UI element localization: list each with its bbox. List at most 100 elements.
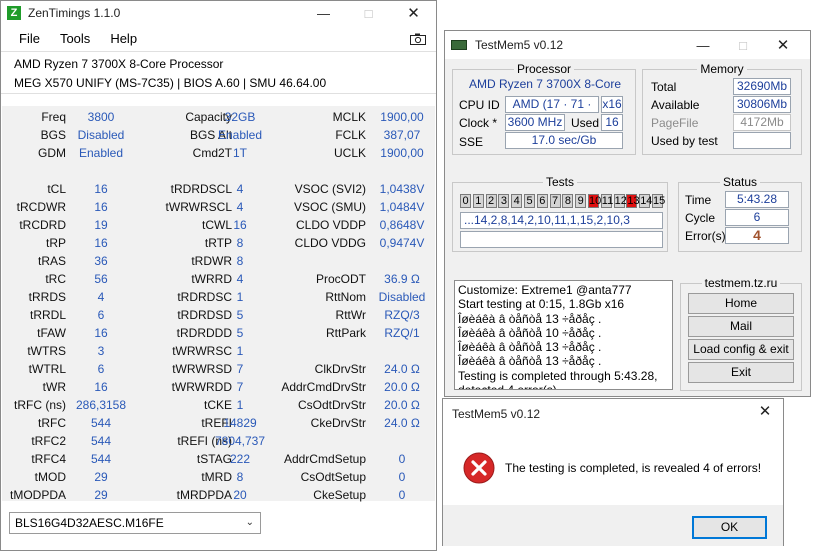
timing-value: 29 xyxy=(94,470,108,484)
timing-value: 24.0 Ω xyxy=(384,362,420,376)
timing-value: 1 xyxy=(236,290,244,304)
timing-value: 1900,00 xyxy=(380,110,424,124)
timing-value: 222 xyxy=(229,452,251,466)
timing-row: tRFC4 544 tSTAG 222 AddrCmdSetup 0 xyxy=(2,450,435,468)
timing-value: 0,9474V xyxy=(379,236,425,250)
dialog-close-button[interactable]: ✕ xyxy=(745,399,785,423)
timing-value: 6 xyxy=(97,308,105,322)
close-button[interactable]: ✕ xyxy=(763,33,803,57)
status-group: Status Time 5:43.28 Cycle 6 Error(s) 4 xyxy=(678,175,802,252)
menu-help[interactable]: Help xyxy=(100,31,147,46)
used-threads-value: 16 xyxy=(601,114,623,131)
timing-value: 1,0484V xyxy=(379,200,425,214)
timing-value: 0 xyxy=(398,488,406,502)
errors-value: 4 xyxy=(725,227,789,244)
timing-value: 387,07 xyxy=(383,128,421,142)
close-button[interactable]: ✕ xyxy=(391,1,436,25)
timing-value: 6 xyxy=(97,362,105,376)
timing-label: tRFC xyxy=(38,416,66,430)
timing-row: tRRDS 4 tRDRDSC 1 RttNom Disabled xyxy=(2,288,435,306)
timing-label: CsOdtDrvStr xyxy=(297,398,366,412)
mail-button[interactable]: Mail xyxy=(688,316,794,337)
timing-value: 16 xyxy=(94,200,108,214)
dialog-titlebar[interactable]: TestMem5 v0.12 ✕ xyxy=(443,399,783,428)
log-line: Îøèáêà â òåñòå 13 ÷åðåç . xyxy=(458,340,602,355)
timing-label: FCLK xyxy=(335,128,366,142)
load-config-exit-button[interactable]: Load config & exit xyxy=(688,339,794,360)
maximize-button[interactable]: □ xyxy=(346,1,391,25)
timing-value: 16 xyxy=(94,182,108,196)
timing-row: tRCDWR 16 tWRWRSCL 4 VSOC (SMU) 1,0484V xyxy=(2,198,435,216)
test-cell: 11 xyxy=(600,194,614,208)
log-line: Îøèáêà â òåñòå 13 ÷åðåç . xyxy=(458,311,602,326)
zentimings-app-icon: Z xyxy=(7,6,21,20)
timing-value: 7804,737 xyxy=(214,434,266,448)
zentimings-titlebar[interactable]: Z ZenTimings 1.1.0 — □ ✕ xyxy=(1,1,436,25)
timing-label: tMODPDA xyxy=(9,488,66,502)
timing-value: Disabled xyxy=(77,128,125,142)
timing-value: 24.0 Ω xyxy=(384,416,420,430)
timings-grid: Freq 3800 Capacity 32GB MCLK 1900,00 BGS Disabl… xyxy=(2,106,435,502)
system-info: AMD Ryzen 7 3700X 8-Core Processor MEG X… xyxy=(1,51,436,94)
timing-row: tRFC (ns) 286,3158 tCKE 1 CsOdtDrvStr 20.0 Ω xyxy=(2,396,435,414)
test-cell: 2 xyxy=(485,194,497,208)
timing-value: Enabled xyxy=(217,128,263,142)
clock-value: 3600 MHz xyxy=(505,114,565,131)
processor-group: Processor AMD Ryzen 7 3700X 8-Core CPU I… xyxy=(452,62,636,155)
timing-row: GDM Enabled Cmd2T 1T UCLK 1900,00 xyxy=(2,144,435,162)
test-cell: 12 xyxy=(613,194,627,208)
home-button[interactable]: Home xyxy=(688,293,794,314)
timing-label: ClkDrvStr xyxy=(314,362,366,376)
timing-label: AddrCmdSetup xyxy=(283,452,366,466)
minimize-button[interactable]: — xyxy=(301,1,346,25)
test-cell: 13 xyxy=(626,194,640,208)
timing-value: 16 xyxy=(94,380,108,394)
timing-value: 3 xyxy=(97,344,105,358)
timing-value: RZQ/1 xyxy=(384,326,420,340)
timing-value: 5 xyxy=(236,326,244,340)
timing-value: 544 xyxy=(90,452,112,466)
exit-button[interactable]: Exit xyxy=(688,362,794,383)
test-cell: 1 xyxy=(472,194,484,208)
site-link[interactable]: testmem.tz.ru xyxy=(701,276,781,290)
timing-label: Freq xyxy=(41,110,66,124)
timing-value: 0 xyxy=(398,452,406,466)
ok-button[interactable]: OK xyxy=(692,516,767,539)
test-cell: 14 xyxy=(639,194,653,208)
timing-row: tFAW 16 tRDRDDD 5 RttPark RZQ/1 xyxy=(2,324,435,342)
chevron-down-icon: ⌄ xyxy=(245,517,254,528)
menu-file[interactable]: File xyxy=(9,31,50,46)
timing-row: tMOD 29 tMRD 8 CsOdtSetup 0 xyxy=(2,468,435,486)
timing-label: tRFC4 xyxy=(31,452,66,466)
clock-label: Clock * xyxy=(459,116,498,130)
dimm-select[interactable]: BLS16G4D32AESC.M16FE ⌄ xyxy=(9,512,261,534)
timing-value: 1,0438V xyxy=(379,182,425,196)
test-cell: 6 xyxy=(536,194,548,208)
cycle-label: Cycle xyxy=(685,211,716,225)
timing-value: 286,3158 xyxy=(75,398,127,412)
status-group-title: Status xyxy=(719,175,761,189)
timing-row: tWTRL 6 tWRWRSD 7 ClkDrvStr 24.0 Ω xyxy=(2,360,435,378)
available-value: 30806Mb xyxy=(733,96,791,113)
timing-row: tRP 16 tRTP 8 CLDO VDDG 0,9474V xyxy=(2,234,435,252)
log-line: Testing is completed through 5:43.28, xyxy=(458,368,658,383)
timing-row: BGS Disabled BGS Alt Enabled FCLK 387,07 xyxy=(2,126,435,144)
timing-row: tRAS 36 tRDWR 8 xyxy=(2,252,435,270)
timing-value: 32GB xyxy=(224,110,256,124)
test-cell: 0 xyxy=(460,194,471,208)
menu-tools[interactable]: Tools xyxy=(50,31,100,46)
minimize-button[interactable]: — xyxy=(683,33,723,57)
maximize-button[interactable]: □ xyxy=(723,33,763,57)
camera-icon[interactable] xyxy=(410,33,426,45)
timing-value: 0 xyxy=(398,470,406,484)
timing-value: 20.0 Ω xyxy=(384,380,420,394)
test-log[interactable]: Customize: Extreme1 @anta777 Start testin… xyxy=(454,280,673,390)
time-label: Time xyxy=(685,193,712,207)
timing-label: AddrCmdDrvStr xyxy=(281,380,366,394)
timing-value: 16 xyxy=(94,326,108,340)
timing-value: 1900,00 xyxy=(380,146,424,160)
timing-value: 4 xyxy=(97,290,105,304)
timing-row: tRRDL 6 tRDRDSD 5 RttWr RZQ/3 xyxy=(2,306,435,324)
testmem-titlebar[interactable]: TestMem5 v0.12 — □ ✕ xyxy=(445,31,810,59)
timing-value: 3800 xyxy=(87,110,115,124)
